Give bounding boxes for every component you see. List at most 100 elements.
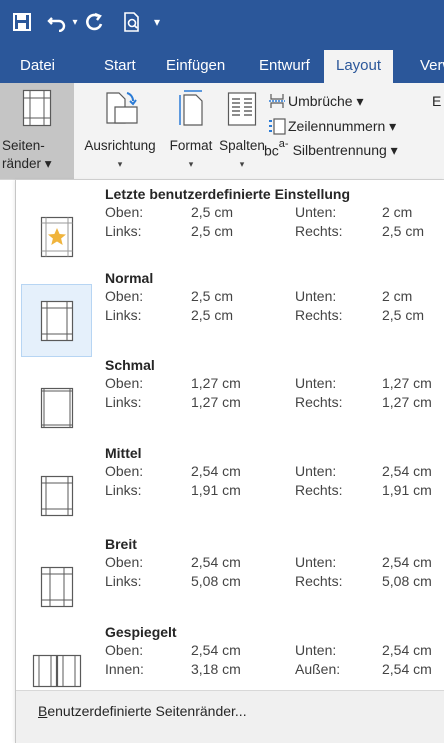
option-title: Letzte benutzerdefinierte Einstellung: [105, 186, 351, 202]
left-label: Links:: [105, 223, 142, 239]
margins-label-line2: ränder ▾: [2, 156, 52, 171]
indent-group-label: E: [432, 93, 442, 109]
tab-design[interactable]: Entwurf: [247, 50, 322, 83]
customize-toolbar-icon[interactable]: ▾: [150, 10, 164, 34]
margin-wide-icon: [21, 550, 92, 623]
size-chevron-icon: ▾: [188, 159, 194, 169]
ribbon-tabs: Datei Start Einfügen Entwurf Layout Verw: [0, 44, 444, 83]
top-label: Oben:: [105, 204, 144, 220]
inside-value: 3,18 cm: [191, 661, 241, 677]
custom-margins-label: enutzerdefinierte Seitenränder...: [47, 703, 247, 719]
top-label: Oben:: [105, 642, 144, 658]
margins-button[interactable]: Seiten- ränder ▾: [0, 83, 74, 179]
orientation-icon: [99, 89, 141, 132]
custom-star-icon: [21, 200, 92, 273]
right-value: 5,08 cm: [382, 573, 432, 589]
tab-references[interactable]: Verw: [408, 50, 444, 83]
right-label: Rechts:: [295, 482, 343, 498]
bottom-label: Unten:: [295, 642, 337, 658]
orientation-button[interactable]: Ausrichtung ▾: [78, 83, 162, 179]
save-icon[interactable]: [10, 10, 34, 34]
ribbon-layout-panel: Seiten- ränder ▾ Ausrichtung ▾ Format ▾ …: [0, 83, 444, 180]
right-label: Rechts:: [295, 573, 343, 589]
hyphenation-label: Silbentrennung ▾: [292, 141, 398, 158]
orientation-label: Ausrichtung: [84, 138, 156, 153]
menu-footer: Benutzerdefinierte Seitenränder...: [16, 691, 444, 743]
left-value: 1,27 cm: [191, 394, 241, 410]
right-label: Rechts:: [295, 394, 343, 410]
top-value: 2,5 cm: [191, 204, 234, 220]
left-value: 2,5 cm: [191, 307, 234, 323]
margins-icon: [22, 89, 52, 132]
margin-option-moderate[interactable]: Mittel Oben: 2,54 cm Unten: 2,54 cm Link…: [16, 445, 444, 549]
orientation-chevron-icon: ▾: [117, 159, 123, 169]
columns-button[interactable]: Spalten ▾: [218, 83, 266, 179]
bottom-label: Unten:: [295, 204, 337, 220]
hyphenation-button[interactable]: bca- Silbentrennung ▾: [264, 138, 398, 161]
custom-margins-accelerator: B: [38, 703, 48, 719]
bottom-label: Unten:: [295, 375, 337, 391]
bottom-value: 2,54 cm: [382, 554, 432, 570]
margin-normal-icon: [21, 284, 92, 357]
line-numbers-button[interactable]: Zeilennummern ▾: [268, 115, 396, 137]
quick-access-toolbar: ▾ ▾: [0, 0, 444, 44]
option-title: Gespiegelt: [105, 624, 177, 640]
top-value: 2,5 cm: [191, 288, 234, 304]
tab-insert[interactable]: Einfügen: [154, 50, 237, 83]
margins-label-line1: Seiten-: [2, 138, 45, 153]
bottom-value: 2,54 cm: [382, 642, 432, 658]
option-title: Breit: [105, 536, 137, 552]
option-title: Schmal: [105, 357, 155, 373]
left-label: Links:: [105, 394, 142, 410]
undo-icon[interactable]: [46, 10, 68, 34]
left-label: Links:: [105, 307, 142, 323]
size-button[interactable]: Format ▾: [164, 83, 218, 179]
margins-dropdown-menu: Letzte benutzerdefinierte Einstellung Ob…: [15, 180, 444, 743]
top-value: 2,54 cm: [191, 463, 241, 479]
bottom-value: 1,27 cm: [382, 375, 432, 391]
line-numbers-icon: [268, 117, 286, 135]
breaks-label: Umbrüche ▾: [288, 92, 364, 109]
bottom-value: 2 cm: [382, 204, 413, 220]
tab-home[interactable]: Start: [92, 50, 148, 83]
bottom-value: 2 cm: [382, 288, 413, 304]
right-label: Rechts:: [295, 307, 343, 323]
margin-narrow-icon: [21, 371, 92, 444]
columns-label: Spalten: [219, 138, 265, 153]
print-preview-icon[interactable]: [120, 10, 144, 34]
outside-label: Außen:: [295, 661, 341, 677]
undo-dropdown-icon[interactable]: ▾: [70, 10, 80, 34]
left-value: 2,5 cm: [191, 223, 234, 239]
redo-icon[interactable]: [84, 10, 106, 34]
top-label: Oben:: [105, 288, 144, 304]
top-value: 2,54 cm: [191, 642, 241, 658]
top-label: Oben:: [105, 375, 144, 391]
top-value: 2,54 cm: [191, 554, 241, 570]
left-label: Links:: [105, 482, 142, 498]
tab-file[interactable]: Datei: [8, 50, 67, 83]
right-value: 1,27 cm: [382, 394, 432, 410]
right-label: Rechts:: [295, 223, 343, 239]
columns-icon: [227, 89, 257, 132]
margin-moderate-icon: [21, 459, 92, 532]
bottom-value: 2,54 cm: [382, 463, 432, 479]
breaks-icon: [268, 92, 286, 110]
bottom-label: Unten:: [295, 463, 337, 479]
left-value: 1,91 cm: [191, 482, 241, 498]
size-label: Format: [169, 138, 213, 153]
hyphenation-icon: bca-: [264, 138, 289, 159]
right-value: 2,5 cm: [382, 223, 425, 239]
option-title: Normal: [105, 270, 154, 286]
right-value: 1,91 cm: [382, 482, 432, 498]
option-title: Mittel: [105, 445, 142, 461]
columns-chevron-icon: ▾: [239, 159, 245, 169]
page-size-icon: [174, 89, 208, 132]
custom-margins-menu-item[interactable]: Benutzerdefinierte Seitenränder...: [38, 703, 247, 719]
breaks-button[interactable]: Umbrüche ▾: [268, 90, 364, 112]
bottom-label: Unten:: [295, 288, 337, 304]
left-value: 5,08 cm: [191, 573, 241, 589]
tab-layout[interactable]: Layout: [324, 50, 394, 83]
top-label: Oben:: [105, 463, 144, 479]
top-label: Oben:: [105, 554, 144, 570]
outside-value: 2,54 cm: [382, 661, 432, 677]
